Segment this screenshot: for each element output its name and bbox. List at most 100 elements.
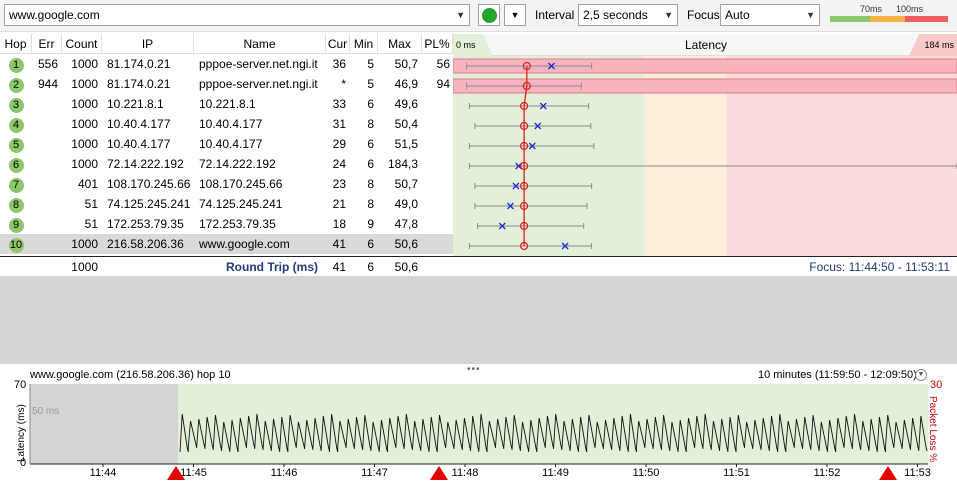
- name-cell: www.google.com: [199, 237, 290, 251]
- count-cell: 1000: [71, 137, 98, 151]
- mid-gridline-label: 50 ms: [32, 406, 59, 417]
- col-name[interactable]: Name: [194, 34, 326, 54]
- count-cell: 1000: [71, 157, 98, 171]
- x-tick-label: 11:50: [633, 467, 660, 479]
- summary-count: 1000: [71, 260, 98, 274]
- col-min[interactable]: Min: [350, 34, 378, 54]
- table-row[interactable]: 3 1000 10.221.8.1 10.221.8.1 33 6 49,6: [0, 94, 453, 114]
- col-pl[interactable]: PL%: [422, 34, 453, 54]
- splitter-handle[interactable]: •••: [467, 364, 481, 375]
- hop-number: 5: [8, 138, 24, 153]
- table-row[interactable]: 8 51 74.125.245.241 74.125.245.241 21 8 49,0: [0, 194, 453, 214]
- history-title: www.google.com (216.58.206.36) hop 10: [30, 369, 231, 381]
- chevron-down-icon[interactable]: ▼: [456, 5, 465, 25]
- target-value: www.google.com: [9, 8, 100, 22]
- chevron-down-icon: ▼: [510, 10, 520, 20]
- table-row[interactable]: 7 401 108.170.245.66 108.170.245.66 23 8 50,7: [0, 174, 453, 194]
- start-button[interactable]: [478, 4, 500, 26]
- hop-number: 6: [8, 158, 24, 173]
- col-max[interactable]: Max: [378, 34, 422, 54]
- start-menu-button[interactable]: ▼: [504, 4, 526, 26]
- target-combo[interactable]: www.google.com ▼: [4, 4, 470, 26]
- hop-cell: 1: [0, 54, 32, 74]
- cur-cell: 29: [332, 137, 346, 151]
- interval-select[interactable]: 2,5 seconds ▼: [578, 4, 678, 26]
- err-cell: [32, 214, 62, 234]
- min-cell: 8: [367, 117, 374, 131]
- table-header: Hop Err Count IP Name Cur Min Max PL%: [0, 34, 453, 54]
- history-graph[interactable]: 7003050 msLatency (ms) Packet Loss %11:44…: [0, 364, 957, 485]
- chevron-down-icon[interactable]: ▼: [915, 369, 927, 381]
- err-cell: [32, 134, 62, 154]
- y-axis-label: Latency (ms): [16, 404, 27, 462]
- cur-cell: 21: [332, 197, 346, 211]
- interval-label: Interval: [535, 8, 575, 22]
- err-cell: [32, 194, 62, 214]
- min-cell: 5: [367, 57, 374, 71]
- latency-max-label: 184 ms: [924, 40, 954, 50]
- count-cell: 401: [77, 177, 98, 191]
- name-cell: 172.253.79.35: [199, 217, 276, 231]
- summary-cur: 41: [332, 260, 346, 274]
- err-cell: [32, 154, 62, 174]
- pl-cell: [422, 194, 453, 214]
- name-cell: 10.40.4.177: [199, 137, 263, 151]
- scale-bar-good: [830, 16, 870, 22]
- table-row[interactable]: 9 51 172.253.79.35 172.253.79.35 18 9 47,8: [0, 214, 453, 234]
- hop-cell: 7: [0, 174, 32, 194]
- name-cell: 72.14.222.192: [199, 157, 276, 171]
- packet-loss-marker[interactable]: [879, 466, 897, 480]
- ip-cell: 81.174.0.21: [107, 57, 171, 71]
- min-cell: 6: [367, 157, 374, 171]
- cur-cell: 31: [332, 117, 346, 131]
- name-cell: 108.170.245.66: [199, 177, 283, 191]
- hop-cell: 8: [0, 194, 32, 214]
- hop-number: 4: [8, 118, 24, 133]
- table-row[interactable]: 6 1000 72.14.222.192 72.14.222.192 24 6 184,3: [0, 154, 453, 174]
- chevron-down-icon: ▼: [806, 10, 815, 20]
- pingplotter-window: www.google.com ▼ ▼ Interval 2,5 seconds …: [0, 0, 957, 485]
- focus-select[interactable]: Auto ▼: [720, 4, 820, 26]
- pl-cell: [422, 154, 453, 174]
- min-cell: 8: [367, 177, 374, 191]
- err-cell: 944: [37, 77, 58, 91]
- col-count[interactable]: Count: [62, 34, 102, 54]
- max-cell: 50,7: [394, 57, 418, 71]
- pl-cell: [422, 174, 453, 194]
- min-cell: 9: [367, 217, 374, 231]
- max-cell: 51,5: [394, 137, 418, 151]
- hop-cell: 4: [0, 114, 32, 134]
- focus-label: Focus: [687, 8, 720, 22]
- table-row[interactable]: 5 1000 10.40.4.177 10.40.4.177 29 6 51,5: [0, 134, 453, 154]
- col-err[interactable]: Err: [32, 34, 62, 54]
- summary-max: 50,6: [394, 260, 418, 274]
- hop-cell: 5: [0, 134, 32, 154]
- col-cur[interactable]: Cur: [326, 34, 350, 54]
- col-ip[interactable]: IP: [102, 34, 194, 54]
- latency-graph[interactable]: [453, 56, 957, 256]
- latency-title: Latency: [685, 38, 728, 52]
- max-cell: 50,7: [394, 177, 418, 191]
- hop-cell: 2: [0, 74, 32, 94]
- table-row[interactable]: 2 944 1000 81.174.0.21 pppoe-server.net.ngi.…: [0, 74, 453, 94]
- packet-loss-marker[interactable]: [430, 466, 448, 480]
- err-cell: [32, 174, 62, 194]
- ip-cell: 172.253.79.35: [107, 217, 184, 231]
- history-panel: 70 0 30 50 ms Latency (ms) Packet Loss % 11:44…: [0, 364, 957, 485]
- table-row[interactable]: 1 556 1000 81.174.0.21 pppoe-server.net.ngi.…: [0, 54, 453, 74]
- summary-label: Round Trip (ms): [226, 260, 318, 274]
- x-tick-label: 11:44: [90, 467, 117, 479]
- pl-cell: [422, 134, 453, 154]
- min-cell: 6: [367, 137, 374, 151]
- max-cell: 50,6: [394, 237, 418, 251]
- summary-min: 6: [367, 260, 374, 274]
- col-hop[interactable]: Hop: [0, 34, 32, 54]
- err-cell: [32, 94, 62, 114]
- latency-color-scale[interactable]: 70ms 100ms: [830, 4, 948, 22]
- count-cell: 1000: [71, 77, 98, 91]
- scale-label-100: 100ms: [896, 4, 924, 14]
- table-row[interactable]: 10 1000 216.58.206.36 www.google.com 41 6 50,6: [0, 234, 453, 254]
- latency-header: 0 ms Latency 184 ms: [453, 34, 957, 56]
- scale-bar-warn: [870, 16, 905, 22]
- table-row[interactable]: 4 1000 10.40.4.177 10.40.4.177 31 8 50,4: [0, 114, 453, 134]
